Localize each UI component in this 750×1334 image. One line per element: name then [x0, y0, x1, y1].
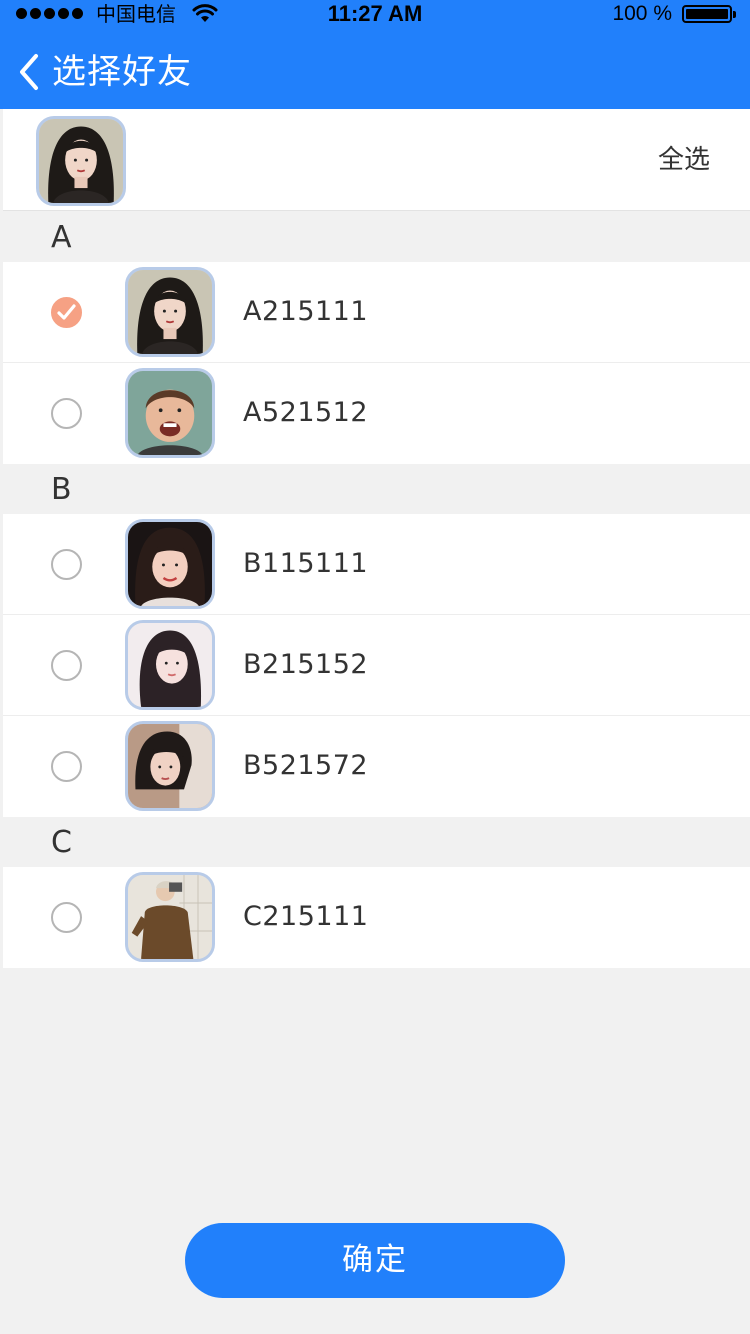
contact-row[interactable]: C215111 — [3, 867, 750, 968]
section-letter: C — [51, 825, 72, 860]
contact-checkbox[interactable] — [51, 297, 82, 328]
contact-row[interactable]: B521572 — [3, 716, 750, 817]
battery-icon — [682, 5, 736, 23]
contact-row[interactable]: A215111 — [3, 262, 750, 363]
contact-avatar — [125, 519, 215, 609]
avatar-image — [128, 270, 212, 354]
avatar-image — [128, 875, 212, 959]
contact-name: B115111 — [243, 548, 369, 579]
avatar-image — [128, 522, 212, 606]
contact-row[interactable]: B115111 — [3, 514, 750, 615]
select-all-button[interactable]: 全选 — [658, 143, 710, 177]
contact-avatar — [125, 368, 215, 458]
contact-row[interactable]: B215152 — [3, 615, 750, 716]
contact-name: A215111 — [243, 296, 369, 327]
contact-avatar — [125, 872, 215, 962]
avatar-image — [128, 371, 212, 455]
confirm-button[interactable]: 确定 — [185, 1223, 565, 1298]
avatar-image — [39, 119, 123, 203]
contact-row[interactable]: A521512 — [3, 363, 750, 464]
contact-checkbox[interactable] — [51, 650, 82, 681]
check-icon — [57, 304, 76, 320]
battery-percentage: 100 % — [612, 2, 672, 25]
contact-name: B521572 — [243, 750, 369, 781]
contact-avatar — [125, 620, 215, 710]
contact-avatar — [125, 267, 215, 357]
top-bar: 中国电信 11:27 AM 100 % 选择好友 — [0, 0, 750, 109]
contact-checkbox[interactable] — [51, 549, 82, 580]
section-letter: A — [51, 220, 72, 255]
contact-name: A521512 — [243, 397, 369, 428]
contact-checkbox[interactable] — [51, 751, 82, 782]
section-header-b: B — [3, 464, 750, 514]
page-title: 选择好友 — [52, 52, 192, 92]
chevron-left-icon[interactable] — [14, 52, 44, 92]
avatar-image — [128, 623, 212, 707]
selected-avatar[interactable] — [36, 116, 126, 206]
contact-name: C215111 — [243, 901, 369, 932]
avatar-image — [128, 724, 212, 808]
section-header-a: A — [3, 212, 750, 262]
section-letter: B — [51, 472, 72, 507]
section-header-c: C — [3, 817, 750, 867]
contact-name: B215152 — [243, 649, 369, 680]
contact-checkbox[interactable] — [51, 902, 82, 933]
contact-checkbox[interactable] — [51, 398, 82, 429]
contact-avatar — [125, 721, 215, 811]
status-bar: 中国电信 11:27 AM 100 % — [0, 0, 750, 30]
selected-friends-bar: 全选 — [3, 109, 750, 211]
nav-header: 选择好友 — [0, 40, 750, 106]
